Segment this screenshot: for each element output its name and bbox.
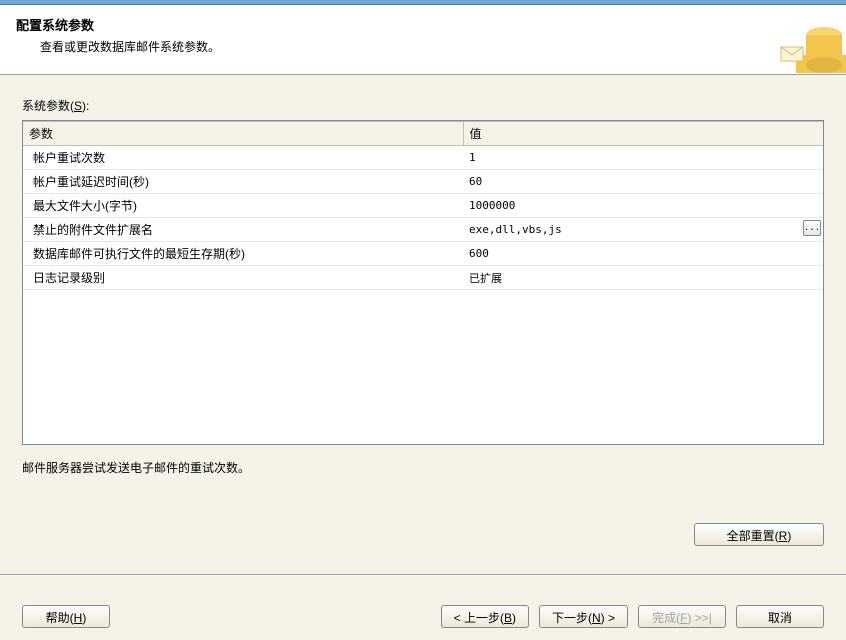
param-value[interactable]: 60 xyxy=(463,170,823,194)
column-header-value[interactable]: 值 xyxy=(463,122,823,146)
table-row[interactable]: 帐户重试次数 1 xyxy=(23,146,823,170)
param-value[interactable]: 600 xyxy=(463,242,823,266)
content-area: 系统参数(S): 参数 值 帐户重试次数 1 帐户重试延迟时间(秒) 60 xyxy=(0,75,846,556)
param-name: 数据库邮件可执行文件的最短生存期(秒) xyxy=(23,242,463,266)
reset-all-button[interactable]: 全部重置(R) xyxy=(694,523,824,546)
footer-right: < 上一步(B) 下一步(N) > 完成(F) >>| 取消 xyxy=(441,605,824,628)
param-name: 最大文件大小(字节) xyxy=(23,194,463,218)
param-name: 日志记录级别 xyxy=(23,266,463,290)
footer-separator xyxy=(0,574,846,576)
wizard-header: 配置系统参数 查看或更改数据库邮件系统参数。 xyxy=(0,5,846,75)
param-value[interactable]: exe,dll,vbs,js ... xyxy=(463,218,823,242)
param-value[interactable]: 1000000 xyxy=(463,194,823,218)
param-name: 禁止的附件文件扩展名 xyxy=(23,218,463,242)
param-name: 帐户重试延迟时间(秒) xyxy=(23,170,463,194)
table-row[interactable]: 日志记录级别 已扩展 xyxy=(23,266,823,290)
column-header-param[interactable]: 参数 xyxy=(23,122,463,146)
back-button[interactable]: < 上一步(B) xyxy=(441,605,529,628)
browse-button[interactable]: ... xyxy=(803,220,821,236)
database-mail-icon xyxy=(776,5,846,75)
table-row[interactable]: 帐户重试延迟时间(秒) 60 xyxy=(23,170,823,194)
finish-button: 完成(F) >>| xyxy=(638,605,726,628)
grid-header-row: 参数 值 xyxy=(23,122,823,146)
help-button[interactable]: 帮助(H) xyxy=(22,605,110,628)
cancel-button[interactable]: 取消 xyxy=(736,605,824,628)
reset-row: 全部重置(R) xyxy=(22,523,824,546)
page-title: 配置系统参数 xyxy=(16,15,830,34)
param-value[interactable]: 1 xyxy=(463,146,823,170)
param-name: 帐户重试次数 xyxy=(23,146,463,170)
parameters-grid[interactable]: 参数 值 帐户重试次数 1 帐户重试延迟时间(秒) 60 最大文件大小(字节) … xyxy=(22,120,824,445)
table-row[interactable]: 禁止的附件文件扩展名 exe,dll,vbs,js ... xyxy=(23,218,823,242)
param-value[interactable]: 已扩展 xyxy=(463,266,823,290)
footer-left: 帮助(H) xyxy=(22,605,110,628)
table-row[interactable]: 数据库邮件可执行文件的最短生存期(秒) 600 xyxy=(23,242,823,266)
page-subtitle: 查看或更改数据库邮件系统参数。 xyxy=(40,38,830,55)
wizard-footer: 帮助(H) < 上一步(B) 下一步(N) > 完成(F) >>| 取消 xyxy=(0,605,846,628)
table-row[interactable]: 最大文件大小(字节) 1000000 xyxy=(23,194,823,218)
section-label: 系统参数(S): xyxy=(22,97,824,114)
parameter-description: 邮件服务器尝试发送电子邮件的重试次数。 xyxy=(22,459,824,519)
next-button[interactable]: 下一步(N) > xyxy=(539,605,628,628)
